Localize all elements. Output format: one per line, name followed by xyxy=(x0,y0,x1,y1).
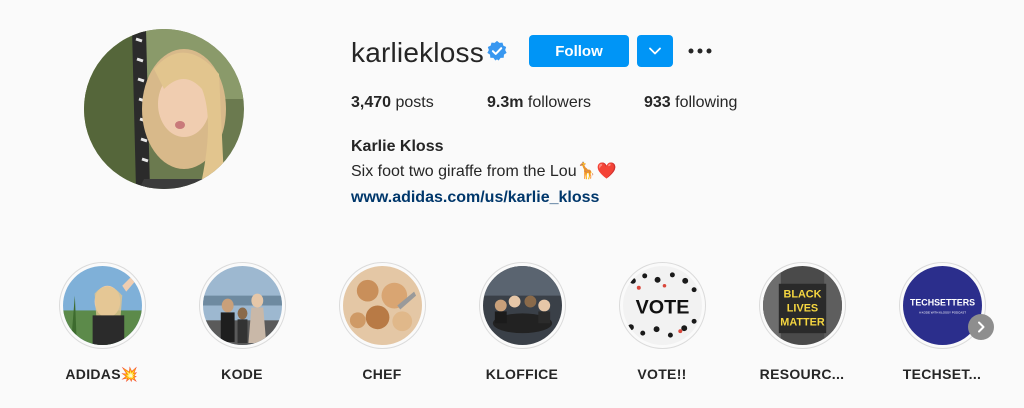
chevron-down-icon xyxy=(649,47,661,55)
blm-cover-line-2: LIVES xyxy=(786,302,817,314)
followers-count-value: 9.3m xyxy=(487,94,524,111)
blm-cover-line-1: BLACK xyxy=(783,289,821,301)
highlight-item-adidas[interactable]: ADIDAS💥 xyxy=(47,262,157,383)
more-options-button[interactable] xyxy=(685,36,715,66)
highlight-ring: VOTE xyxy=(618,262,706,349)
highlight-cover-kode xyxy=(202,266,282,345)
highlight-ring: BLACK LIVES MATTER xyxy=(758,262,846,349)
profile-avatar[interactable] xyxy=(84,29,244,189)
suggested-accounts-dropdown-button[interactable] xyxy=(637,35,673,67)
highlight-cover-chef xyxy=(342,266,422,345)
highlight-cover-kloffice xyxy=(482,266,562,345)
highlights-next-button[interactable] xyxy=(968,314,994,340)
highlight-label: TECHSET... xyxy=(902,366,982,382)
techsetters-cover-subtitle: A KODE WITH KLOSSY PODCAST xyxy=(918,310,965,314)
highlight-label: RESOURC... xyxy=(759,366,845,382)
profile-website-link[interactable]: www.adidas.com/us/karlie_kloss xyxy=(351,188,599,208)
profile-photo xyxy=(84,29,244,189)
highlight-cover-adidas xyxy=(62,266,142,345)
following-count-value: 933 xyxy=(644,94,671,111)
highlight-ring xyxy=(478,262,566,349)
highlight-label: VOTE!! xyxy=(637,366,687,382)
highlight-cover-resources: BLACK LIVES MATTER xyxy=(762,266,842,345)
techsetters-cover-title: TECHSETTERS xyxy=(909,298,974,308)
posts-count: 3,470 posts xyxy=(351,93,434,113)
highlight-label: KODE xyxy=(221,366,263,382)
highlight-ring xyxy=(198,262,286,349)
profile-bio: Six foot two giraffe from the Lou🦒❤️ xyxy=(351,163,617,180)
posts-count-value: 3,470 xyxy=(351,94,392,111)
blm-cover-line-3: MATTER xyxy=(780,316,825,328)
profile-username: karliekloss xyxy=(351,37,484,68)
highlight-ring xyxy=(58,262,146,349)
verified-badge-icon xyxy=(487,40,507,61)
chevron-right-icon xyxy=(978,321,985,333)
highlight-item-chef[interactable]: CHEF xyxy=(327,262,437,382)
highlight-label: KLOFFICE xyxy=(485,366,559,382)
following-link[interactable]: 933 following xyxy=(644,93,737,113)
followers-count-label: followers xyxy=(527,94,592,111)
highlight-ring xyxy=(338,262,426,349)
followers-link[interactable]: 9.3m followers xyxy=(487,93,591,113)
highlight-label: ADIDAS💥 xyxy=(65,366,139,382)
more-options-icon xyxy=(688,48,712,54)
highlight-item-kode[interactable]: KODE xyxy=(187,262,297,382)
following-count-label: following xyxy=(675,94,738,111)
highlight-item-kloffice[interactable]: KLOFFICE xyxy=(467,262,577,382)
profile-full-name: Karlie Kloss xyxy=(351,138,444,155)
posts-count-label: posts xyxy=(395,94,434,111)
vote-cover-text: VOTE xyxy=(635,296,689,318)
highlight-item-resources[interactable]: BLACK LIVES MATTER RESOURC... xyxy=(747,262,857,382)
highlight-cover-vote: VOTE xyxy=(622,266,702,345)
highlight-item-vote[interactable]: VOTE VOTE!! xyxy=(607,262,717,382)
follow-button[interactable]: Follow xyxy=(529,35,629,67)
highlight-label: CHEF xyxy=(362,366,402,382)
